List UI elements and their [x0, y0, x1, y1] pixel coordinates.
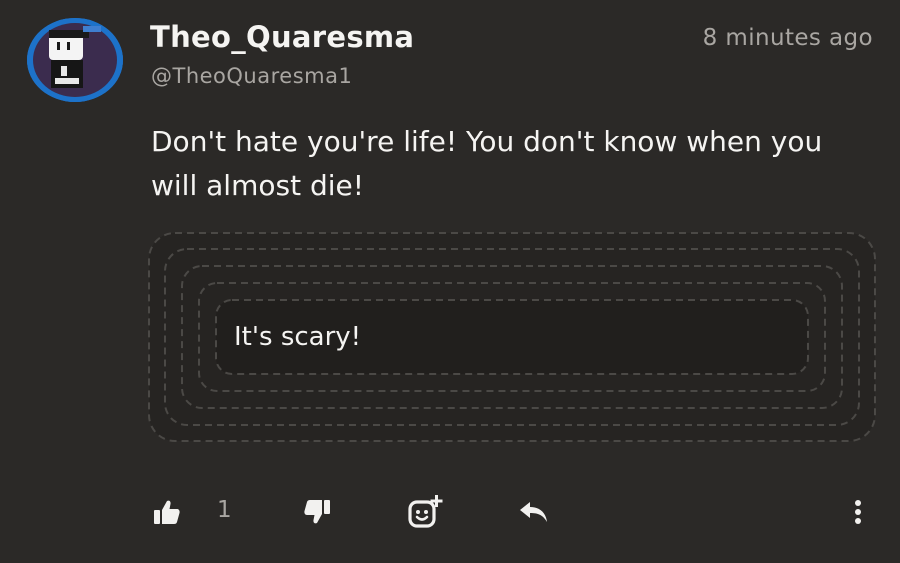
- comment-text: Don't hate you're life! You don't know w…: [151, 125, 823, 202]
- reply-button[interactable]: [516, 490, 552, 534]
- dislike-button[interactable]: [300, 490, 334, 534]
- more-options-button[interactable]: [846, 490, 870, 534]
- username[interactable]: Theo_Quaresma: [150, 20, 414, 54]
- thumbs-down-icon: [304, 500, 330, 524]
- quote-block: It's scary!: [148, 232, 876, 442]
- user-handle[interactable]: @TheoQuaresma1: [151, 64, 352, 88]
- like-count: 1: [217, 497, 232, 523]
- avatar[interactable]: [27, 18, 123, 102]
- add-reaction-button[interactable]: [405, 490, 445, 534]
- action-bar: [0, 490, 900, 534]
- more-vertical-icon: [855, 500, 861, 524]
- timestamp: 8 minutes ago: [702, 25, 873, 51]
- add-reaction-icon: [408, 495, 443, 528]
- thumbs-up-icon: [154, 500, 180, 524]
- like-button[interactable]: [150, 490, 184, 534]
- quote-text: It's scary!: [234, 322, 362, 352]
- reply-icon: [520, 502, 547, 522]
- comment-card: Theo_Quaresma @TheoQuaresma1 8 minutes a…: [0, 0, 900, 563]
